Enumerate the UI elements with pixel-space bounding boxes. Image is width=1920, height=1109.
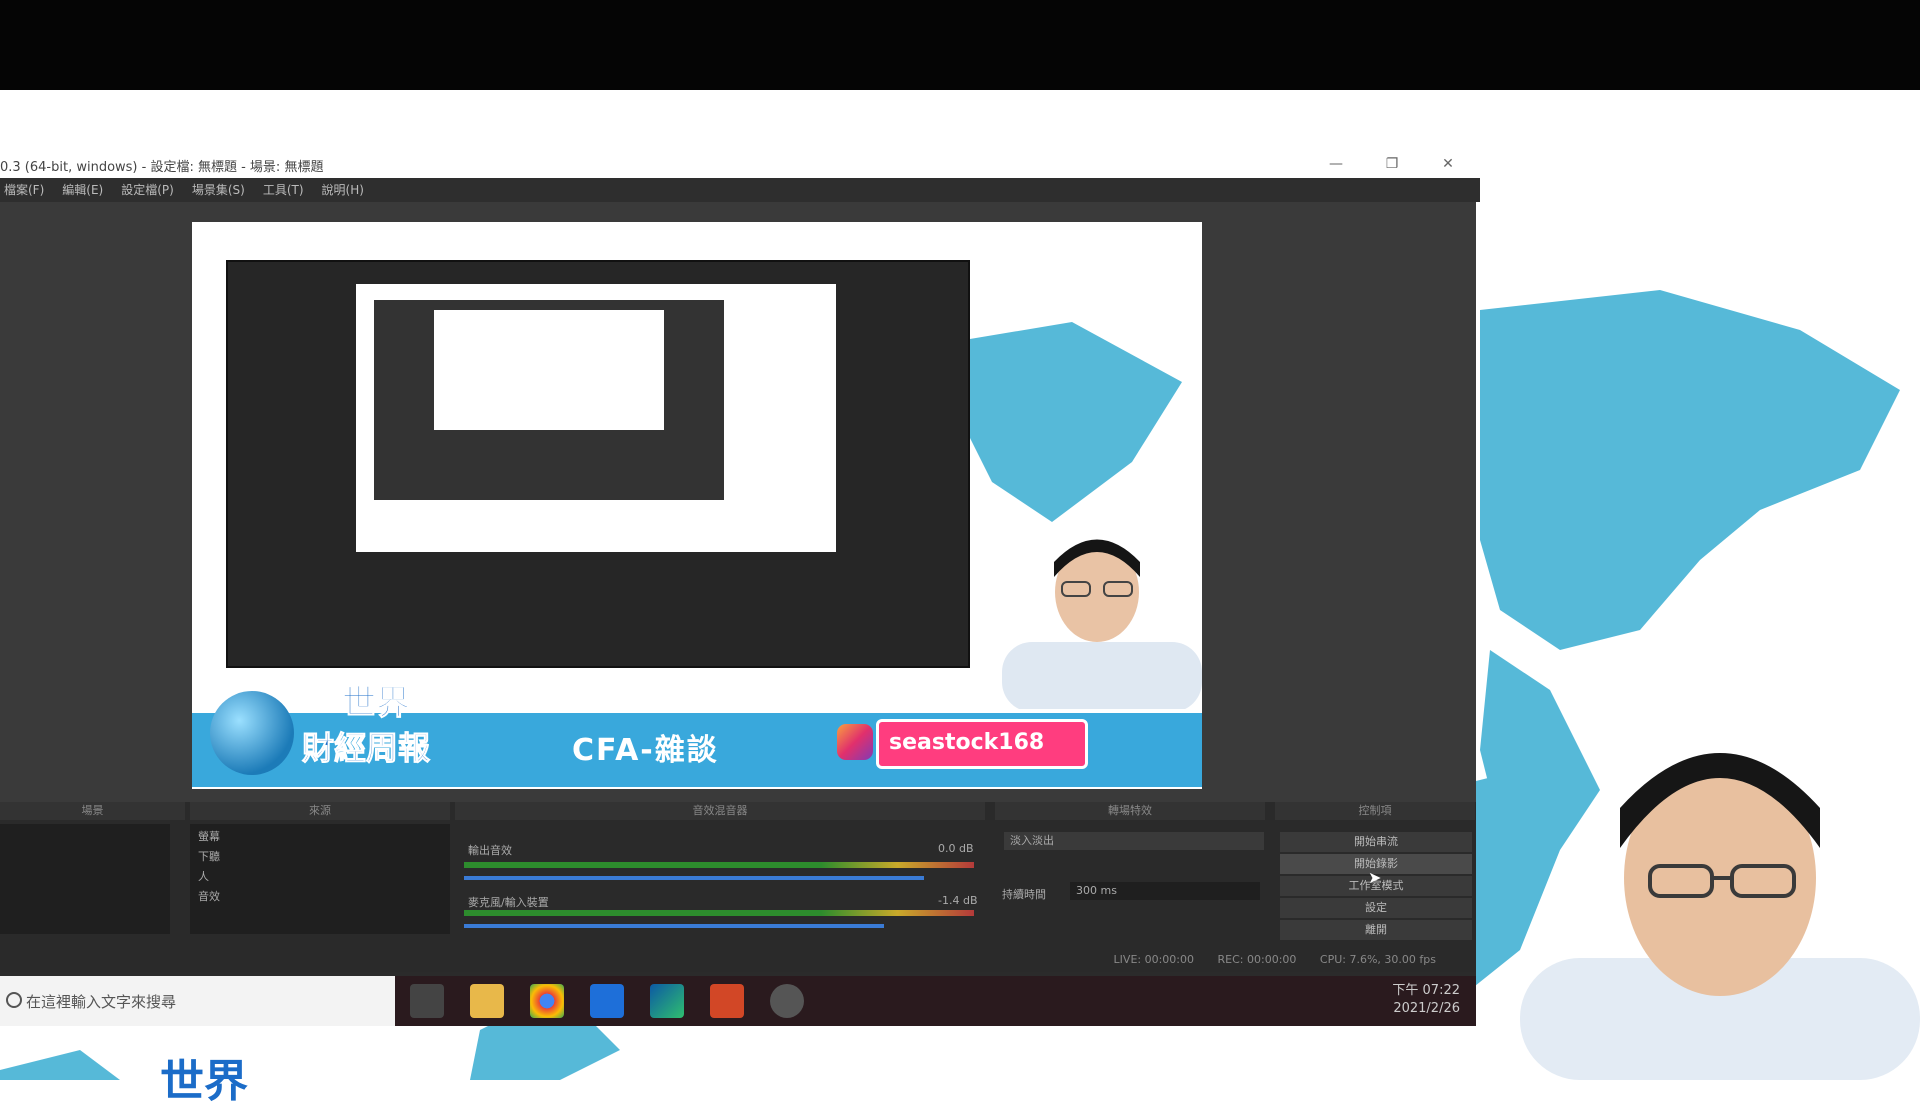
menu-profile[interactable]: 設定檔(P) bbox=[121, 178, 174, 202]
obs-window: 0.3 (64-bit, windows) - 設定檔: 無標題 - 場景: 無… bbox=[0, 150, 1480, 1026]
internet-explorer-icon[interactable] bbox=[590, 984, 624, 1018]
obs-icon[interactable] bbox=[770, 984, 804, 1018]
start-streaming-button[interactable]: 開始串流 bbox=[1280, 832, 1472, 852]
transitions-header: 轉場特效 bbox=[995, 802, 1265, 820]
mixer-channel-2-name: 麥克風/輸入裝置 bbox=[468, 896, 549, 909]
menu-help[interactable]: 說明(H) bbox=[322, 178, 364, 202]
settings-button[interactable]: 設定 bbox=[1280, 898, 1472, 918]
scene-preview[interactable]: 世界 財經周報 CFA-雜談 seastock168 bbox=[192, 222, 1202, 789]
volume-fader-1[interactable] bbox=[464, 876, 924, 880]
menu-tools[interactable]: 工具(T) bbox=[263, 178, 304, 202]
search-placeholder: 在這裡輸入文字來搜尋 bbox=[26, 993, 177, 1011]
obs-dock: 場景 來源 音效混音器 轉場特效 控制項 螢幕 下聽 人 音效 輸出音效 0.0… bbox=[0, 802, 1476, 972]
menu-edit[interactable]: 編輯(E) bbox=[62, 178, 103, 202]
nested-obs-capture bbox=[226, 260, 970, 668]
close-button[interactable]: ✕ bbox=[1420, 150, 1476, 178]
scenes-header: 場景 bbox=[0, 802, 185, 820]
menu-file[interactable]: 檔案(F) bbox=[4, 178, 44, 202]
task-view-icon[interactable] bbox=[410, 984, 444, 1018]
globe-icon bbox=[210, 691, 294, 775]
channel-banner: 世界 財經周報 CFA-雜談 seastock168 bbox=[192, 683, 1202, 787]
powerpoint-icon[interactable] bbox=[710, 984, 744, 1018]
source-item[interactable]: 螢幕 bbox=[198, 828, 442, 844]
menu-scene-collection[interactable]: 場景集(S) bbox=[192, 178, 245, 202]
audio-meter-1 bbox=[464, 862, 974, 868]
rec-status: REC: 00:00:00 bbox=[1217, 953, 1297, 966]
nested-preview bbox=[356, 284, 836, 552]
audio-meter-2 bbox=[464, 910, 974, 916]
course-title: CFA-雜談 bbox=[572, 733, 719, 768]
windows-taskbar: 在這裡輸入文字來搜尋 下午 07:22 2021/2/26 bbox=[0, 976, 1476, 1026]
search-icon bbox=[6, 992, 22, 1008]
tray-time: 下午 07:22 bbox=[1392, 983, 1460, 998]
mixer-channel-2-db: -1.4 dB bbox=[938, 894, 978, 907]
cpu-status: CPU: 7.6%, 30.00 fps bbox=[1319, 953, 1436, 966]
instagram-handle: seastock168 bbox=[889, 730, 1045, 755]
edge-icon[interactable] bbox=[650, 984, 684, 1018]
sources-header: 來源 bbox=[190, 802, 450, 820]
taskbar-search[interactable]: 在這裡輸入文字來搜尋 bbox=[0, 976, 395, 1026]
window-title: 0.3 (64-bit, windows) - 設定檔: 無標題 - 場景: 無… bbox=[0, 160, 324, 175]
nested-preview-level3 bbox=[434, 310, 664, 430]
brand-line1: 世界 bbox=[342, 683, 411, 724]
page-brand-partial: 世界 bbox=[160, 1056, 248, 1107]
minimize-button[interactable]: — bbox=[1308, 150, 1364, 178]
chrome-icon[interactable] bbox=[530, 984, 564, 1018]
menu-bar: 檔案(F) 編輯(E) 設定檔(P) 場景集(S) 工具(T) 說明(H) bbox=[0, 178, 1480, 202]
taskbar-apps bbox=[410, 984, 804, 1018]
transition-select[interactable]: 淡入淡出 bbox=[1004, 832, 1264, 850]
duration-input[interactable]: 300 ms bbox=[1070, 882, 1260, 900]
brand-line2: 財經周報 bbox=[301, 729, 431, 768]
duration-label: 持續時間 bbox=[1002, 888, 1046, 901]
controls-header: 控制項 bbox=[1275, 802, 1475, 820]
top-black-bar bbox=[0, 0, 1920, 90]
source-item[interactable]: 音效 bbox=[198, 888, 442, 904]
instagram-badge: seastock168 bbox=[837, 719, 1088, 769]
maximize-button[interactable]: ❐ bbox=[1364, 150, 1420, 178]
source-item[interactable]: 人 bbox=[198, 868, 442, 884]
sources-list[interactable]: 螢幕 下聽 人 音效 bbox=[190, 824, 450, 934]
scenes-list[interactable] bbox=[0, 824, 170, 934]
live-status: LIVE: 00:00:00 bbox=[1113, 953, 1195, 966]
presenter-in-preview bbox=[1002, 539, 1202, 712]
window-titlebar: 0.3 (64-bit, windows) - 設定檔: 無標題 - 場景: 無… bbox=[0, 150, 1476, 178]
nested-preview-level2 bbox=[374, 300, 724, 500]
exit-button[interactable]: 離開 bbox=[1280, 920, 1472, 940]
webcam-presenter bbox=[1520, 753, 1920, 1080]
source-item[interactable]: 下聽 bbox=[198, 848, 442, 864]
mixer-channel-1-name: 輸出音效 bbox=[468, 844, 512, 857]
mouse-cursor-icon: ➤ bbox=[1368, 868, 1382, 887]
file-explorer-icon[interactable] bbox=[470, 984, 504, 1018]
mixer-header: 音效混音器 bbox=[455, 802, 985, 820]
preview-canvas[interactable]: 世界 財經周報 CFA-雜談 seastock168 bbox=[0, 202, 1476, 802]
volume-fader-2[interactable] bbox=[464, 924, 884, 928]
mixer-channel-1-db: 0.0 dB bbox=[938, 842, 974, 855]
status-bar: LIVE: 00:00:00 REC: 00:00:00 CPU: 7.6%, … bbox=[0, 950, 1476, 970]
instagram-icon bbox=[837, 724, 873, 760]
tray-date: 2021/2/26 bbox=[1393, 1001, 1460, 1016]
system-tray[interactable]: 下午 07:22 2021/2/26 bbox=[1392, 982, 1460, 1018]
